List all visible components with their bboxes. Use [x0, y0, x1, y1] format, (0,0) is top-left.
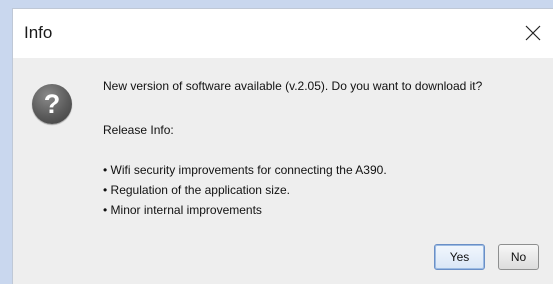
close-button[interactable] [513, 9, 553, 58]
title-bar: Info [13, 9, 553, 58]
info-dialog: Info ? New version of software available… [13, 9, 553, 284]
yes-button[interactable]: Yes [434, 244, 485, 270]
list-item: • Regulation of the application size. [103, 183, 290, 197]
list-item: • Minor internal improvements [103, 203, 262, 217]
no-button[interactable]: No [498, 244, 539, 270]
dialog-title: Info [24, 23, 53, 42]
question-icon-glyph: ? [43, 89, 61, 119]
release-notes-list: • Wifi security improvements for connect… [103, 163, 387, 223]
close-icon [525, 25, 541, 41]
dialog-message: New version of software available (v.2.0… [103, 79, 483, 93]
list-item: • Wifi security improvements for connect… [103, 163, 387, 177]
question-icon: ? [32, 84, 72, 124]
release-info-label: Release Info: [103, 123, 174, 137]
